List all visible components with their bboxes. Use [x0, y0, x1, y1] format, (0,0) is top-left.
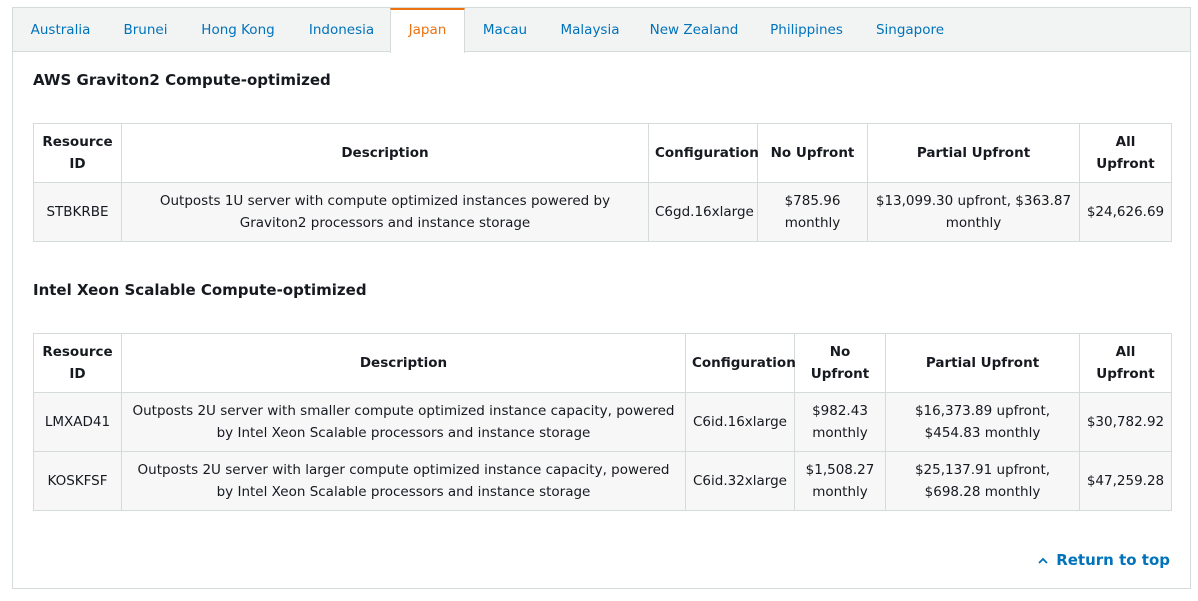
cell-no-upfront: $982.43 monthly — [794, 392, 886, 452]
region-tab-bar: Australia Brunei Hong Kong Indonesia Jap… — [13, 8, 1190, 53]
table-header-row: Resource ID Description Configuration No… — [33, 123, 1172, 183]
table-row: KOSKFSF Outposts 2U server with larger c… — [33, 451, 1172, 511]
tab-brunei[interactable]: Brunei — [108, 8, 183, 52]
tab-malaysia[interactable]: Malaysia — [545, 8, 635, 52]
table-row: LMXAD41 Outposts 2U server with smaller … — [33, 392, 1172, 452]
table-header-row: Resource ID Description Configuration No… — [33, 333, 1172, 393]
header-no-upfront: No Upfront — [794, 333, 886, 393]
section-title-intel-xeon: Intel Xeon Scalable Compute-optimized — [33, 281, 367, 299]
cell-configuration: C6gd.16xlarge — [648, 182, 758, 242]
cell-description: Outposts 2U server with larger compute o… — [121, 451, 686, 511]
cell-all-upfront: $30,782.92 — [1079, 392, 1172, 452]
header-configuration: Configuration — [648, 123, 759, 183]
cell-no-upfront: $785.96 monthly — [757, 182, 868, 242]
return-to-top-label: Return to top — [1056, 551, 1170, 569]
tab-singapore[interactable]: Singapore — [860, 8, 960, 52]
pricing-table-graviton2: Resource ID Description Configuration No… — [33, 123, 1172, 242]
header-resource-id: Resource ID — [33, 123, 122, 183]
cell-partial-upfront: $13,099.30 upfront, $363.87 monthly — [867, 182, 1080, 242]
header-resource-id: Resource ID — [33, 333, 122, 393]
tab-new-zealand[interactable]: New Zealand — [635, 8, 753, 52]
header-configuration: Configuration — [685, 333, 796, 393]
cell-configuration: C6id.16xlarge — [685, 392, 795, 452]
tab-hong-kong[interactable]: Hong Kong — [183, 8, 293, 52]
header-all-upfront: All Upfront — [1079, 333, 1172, 393]
cell-description: Outposts 2U server with smaller compute … — [121, 392, 686, 452]
table-row: STBKRBE Outposts 1U server with compute … — [33, 182, 1172, 242]
pricing-table-intel-xeon: Resource ID Description Configuration No… — [33, 333, 1172, 511]
header-partial-upfront: Partial Upfront — [867, 123, 1080, 183]
header-partial-upfront: Partial Upfront — [885, 333, 1080, 393]
cell-partial-upfront: $25,137.91 upfront, $698.28 monthly — [885, 451, 1080, 511]
header-description: Description — [121, 123, 649, 183]
cell-partial-upfront: $16,373.89 upfront, $454.83 monthly — [885, 392, 1080, 452]
chevron-up-icon — [1038, 557, 1048, 564]
tab-macau[interactable]: Macau — [465, 8, 545, 52]
cell-all-upfront: $24,626.69 — [1079, 182, 1172, 242]
return-to-top-link[interactable]: Return to top — [1038, 551, 1170, 569]
cell-resource-id: STBKRBE — [33, 182, 122, 242]
cell-configuration: C6id.32xlarge — [685, 451, 795, 511]
region-pricing-panel: Australia Brunei Hong Kong Indonesia Jap… — [12, 7, 1191, 589]
tab-australia[interactable]: Australia — [13, 8, 108, 52]
tab-japan[interactable]: Japan — [390, 8, 465, 53]
cell-description: Outposts 1U server with compute optimize… — [121, 182, 649, 242]
cell-all-upfront: $47,259.28 — [1079, 451, 1172, 511]
cell-no-upfront: $1,508.27 monthly — [794, 451, 886, 511]
header-no-upfront: No Upfront — [757, 123, 868, 183]
header-description: Description — [121, 333, 686, 393]
section-title-graviton2: AWS Graviton2 Compute-optimized — [33, 71, 331, 89]
tab-philippines[interactable]: Philippines — [753, 8, 860, 52]
cell-resource-id: LMXAD41 — [33, 392, 122, 452]
tab-indonesia[interactable]: Indonesia — [293, 8, 390, 52]
cell-resource-id: KOSKFSF — [33, 451, 122, 511]
header-all-upfront: All Upfront — [1079, 123, 1172, 183]
